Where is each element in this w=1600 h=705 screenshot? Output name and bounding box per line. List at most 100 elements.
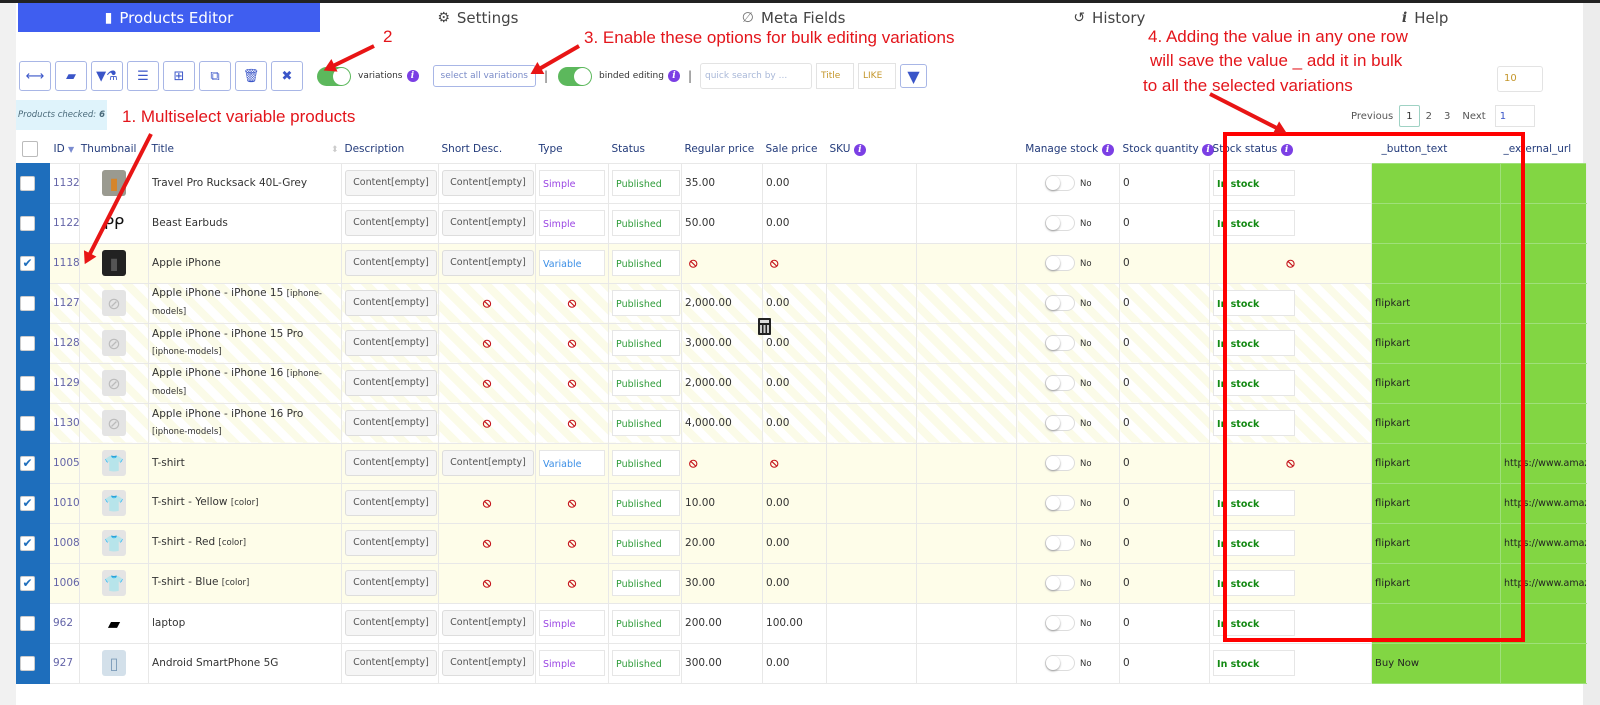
info-icon[interactable]: i [667,70,680,82]
info-icon[interactable]: i [406,70,419,82]
pagination-page-3[interactable]: 3 [1438,105,1456,127]
description-button[interactable]: Content[empty] [345,450,438,476]
row-checkbox[interactable] [20,175,35,191]
type-select[interactable]: Variable [539,450,606,476]
select-all-checkbox[interactable] [21,141,38,158]
sale-price-cell[interactable]: 0.00 [762,562,828,604]
short-desc-button[interactable]: Content[empty] [442,650,535,676]
product-id[interactable]: 927 [49,642,80,684]
reset-button[interactable]: ✖ [271,61,303,91]
sale-price-cell[interactable]: 100.00 [762,602,828,644]
quick-search-input[interactable]: quick search by ... [700,63,813,89]
search-field-select[interactable]: Title [816,63,855,89]
product-title[interactable]: T-shirt - Blue [color] [148,562,343,604]
product-title[interactable]: Apple iPhone - iPhone 15 [iphone-models] [148,282,343,324]
pagination-previous[interactable]: Previous [1345,105,1399,127]
thumbnail-cell[interactable]: ⊘ [78,402,150,444]
sku-cell[interactable] [826,242,918,284]
add-product-button[interactable]: ⊞ [163,61,195,91]
thumbnail-cell[interactable]: 👕 [78,442,150,484]
stock-quantity-cell[interactable]: 0 [1119,282,1211,324]
apply-filter-button[interactable]: ▼ [900,64,928,88]
status-select[interactable]: Published [612,570,681,596]
product-id[interactable]: 1118 [49,242,80,284]
stock-quantity-cell[interactable]: 0 [1119,162,1211,204]
product-id[interactable]: 962 [49,602,80,644]
regular-price-cell[interactable]: 10.00 [681,482,764,524]
product-id[interactable]: 1127 [49,282,80,324]
sku-cell[interactable] [826,282,918,324]
sku-cell[interactable] [826,562,918,604]
pagination-next[interactable]: Next [1456,105,1491,127]
regular-price-cell[interactable]: 200.00 [681,602,764,644]
sale-price-cell[interactable]: ⦸ [762,442,828,484]
thumbnail-cell[interactable]: 👕 [78,562,150,604]
description-button[interactable]: Content[empty] [345,490,438,516]
sku-cell[interactable] [826,202,918,244]
sale-price-cell[interactable]: 0.00 [762,522,828,564]
table-row[interactable]: 927 ▯ Android SmartPhone 5G Content[empty] C… [16,642,1588,684]
sale-price-cell[interactable]: 0.00 [762,642,828,684]
stock-quantity-cell[interactable]: 0 [1119,602,1211,644]
manage-stock-toggle[interactable] [1045,615,1076,631]
button-text-cell[interactable]: Buy Now [1371,642,1502,684]
thumbnail-cell[interactable]: ⊘ [78,282,150,324]
row-checkbox[interactable] [20,655,35,671]
status-select[interactable]: Published [612,290,681,316]
row-checkbox[interactable]: ✔ [20,455,35,471]
row-checkbox[interactable]: ✔ [20,495,35,511]
product-title[interactable]: T-shirt - Yellow [color] [148,482,343,524]
product-title[interactable]: Beast Earbuds [148,202,343,244]
col-short-desc[interactable]: Short Desc. [439,136,536,163]
col-manage-stock[interactable]: Manage stock i [917,136,1120,163]
row-checkbox[interactable] [20,375,35,391]
status-select[interactable]: Published [612,250,681,276]
col-id[interactable]: ID ▼ Thumbnail [50,136,149,163]
short-desc-button[interactable]: Content[empty] [442,450,535,476]
col-sku[interactable]: SKU i [827,136,917,163]
manage-stock-toggle[interactable] [1045,335,1076,351]
sale-price-cell[interactable]: 0.00 [762,282,828,324]
regular-price-cell[interactable]: 20.00 [681,522,764,564]
info-icon[interactable]: i [1101,143,1114,156]
sale-price-cell[interactable]: 0.00 [762,202,828,244]
stock-quantity-cell[interactable]: 0 [1119,442,1211,484]
product-id[interactable]: 1006 [49,562,80,604]
col-description[interactable]: Description [342,136,439,163]
status-select[interactable]: Published [612,170,681,196]
sku-cell[interactable] [826,162,918,204]
stock-quantity-cell[interactable]: 0 [1119,482,1211,524]
thumbnail-cell[interactable]: ▮ [78,162,150,204]
calculator-icon[interactable] [758,318,771,335]
description-button[interactable]: Content[empty] [345,650,438,676]
product-title[interactable]: T-shirt - Red [color] [148,522,343,564]
status-select[interactable]: Published [612,530,681,556]
description-button[interactable]: Content[empty] [345,250,438,276]
pagination-page-2[interactable]: 2 [1420,105,1438,127]
manage-stock-toggle[interactable] [1045,575,1076,591]
manage-stock-toggle[interactable] [1045,455,1076,471]
product-title[interactable]: Apple iPhone - iPhone 16 Pro [iphone-mod… [148,402,343,444]
sku-cell[interactable] [826,522,918,564]
sku-cell[interactable] [826,322,918,364]
product-title[interactable]: T-shirt [148,442,343,484]
status-select[interactable]: Published [612,210,681,236]
description-button[interactable]: Content[empty] [345,210,438,236]
status-select[interactable]: Published [612,370,681,396]
description-button[interactable]: Content[empty] [345,410,438,436]
stock-quantity-cell[interactable]: 0 [1119,642,1211,684]
regular-price-cell[interactable]: 4,000.00 [681,402,764,444]
row-checkbox[interactable]: ✔ [20,255,35,271]
sale-price-cell[interactable]: 0.00 [762,162,828,204]
product-title[interactable]: Travel Pro Rucksack 40L-Grey [148,162,343,204]
product-id[interactable]: 1128 [49,322,80,364]
status-select[interactable]: Published [612,490,681,516]
regular-price-cell[interactable]: 3,000.00 [681,322,764,364]
info-icon[interactable]: i [853,143,866,156]
sale-price-cell[interactable]: 0.00 [762,362,828,404]
regular-price-cell[interactable]: ⦸ [681,442,764,484]
description-button[interactable]: Content[empty] [345,570,438,596]
regular-price-cell[interactable]: ⦸ [681,242,764,284]
col-status[interactable]: Status [609,136,682,163]
sale-price-cell[interactable]: ⦸ [762,242,828,284]
